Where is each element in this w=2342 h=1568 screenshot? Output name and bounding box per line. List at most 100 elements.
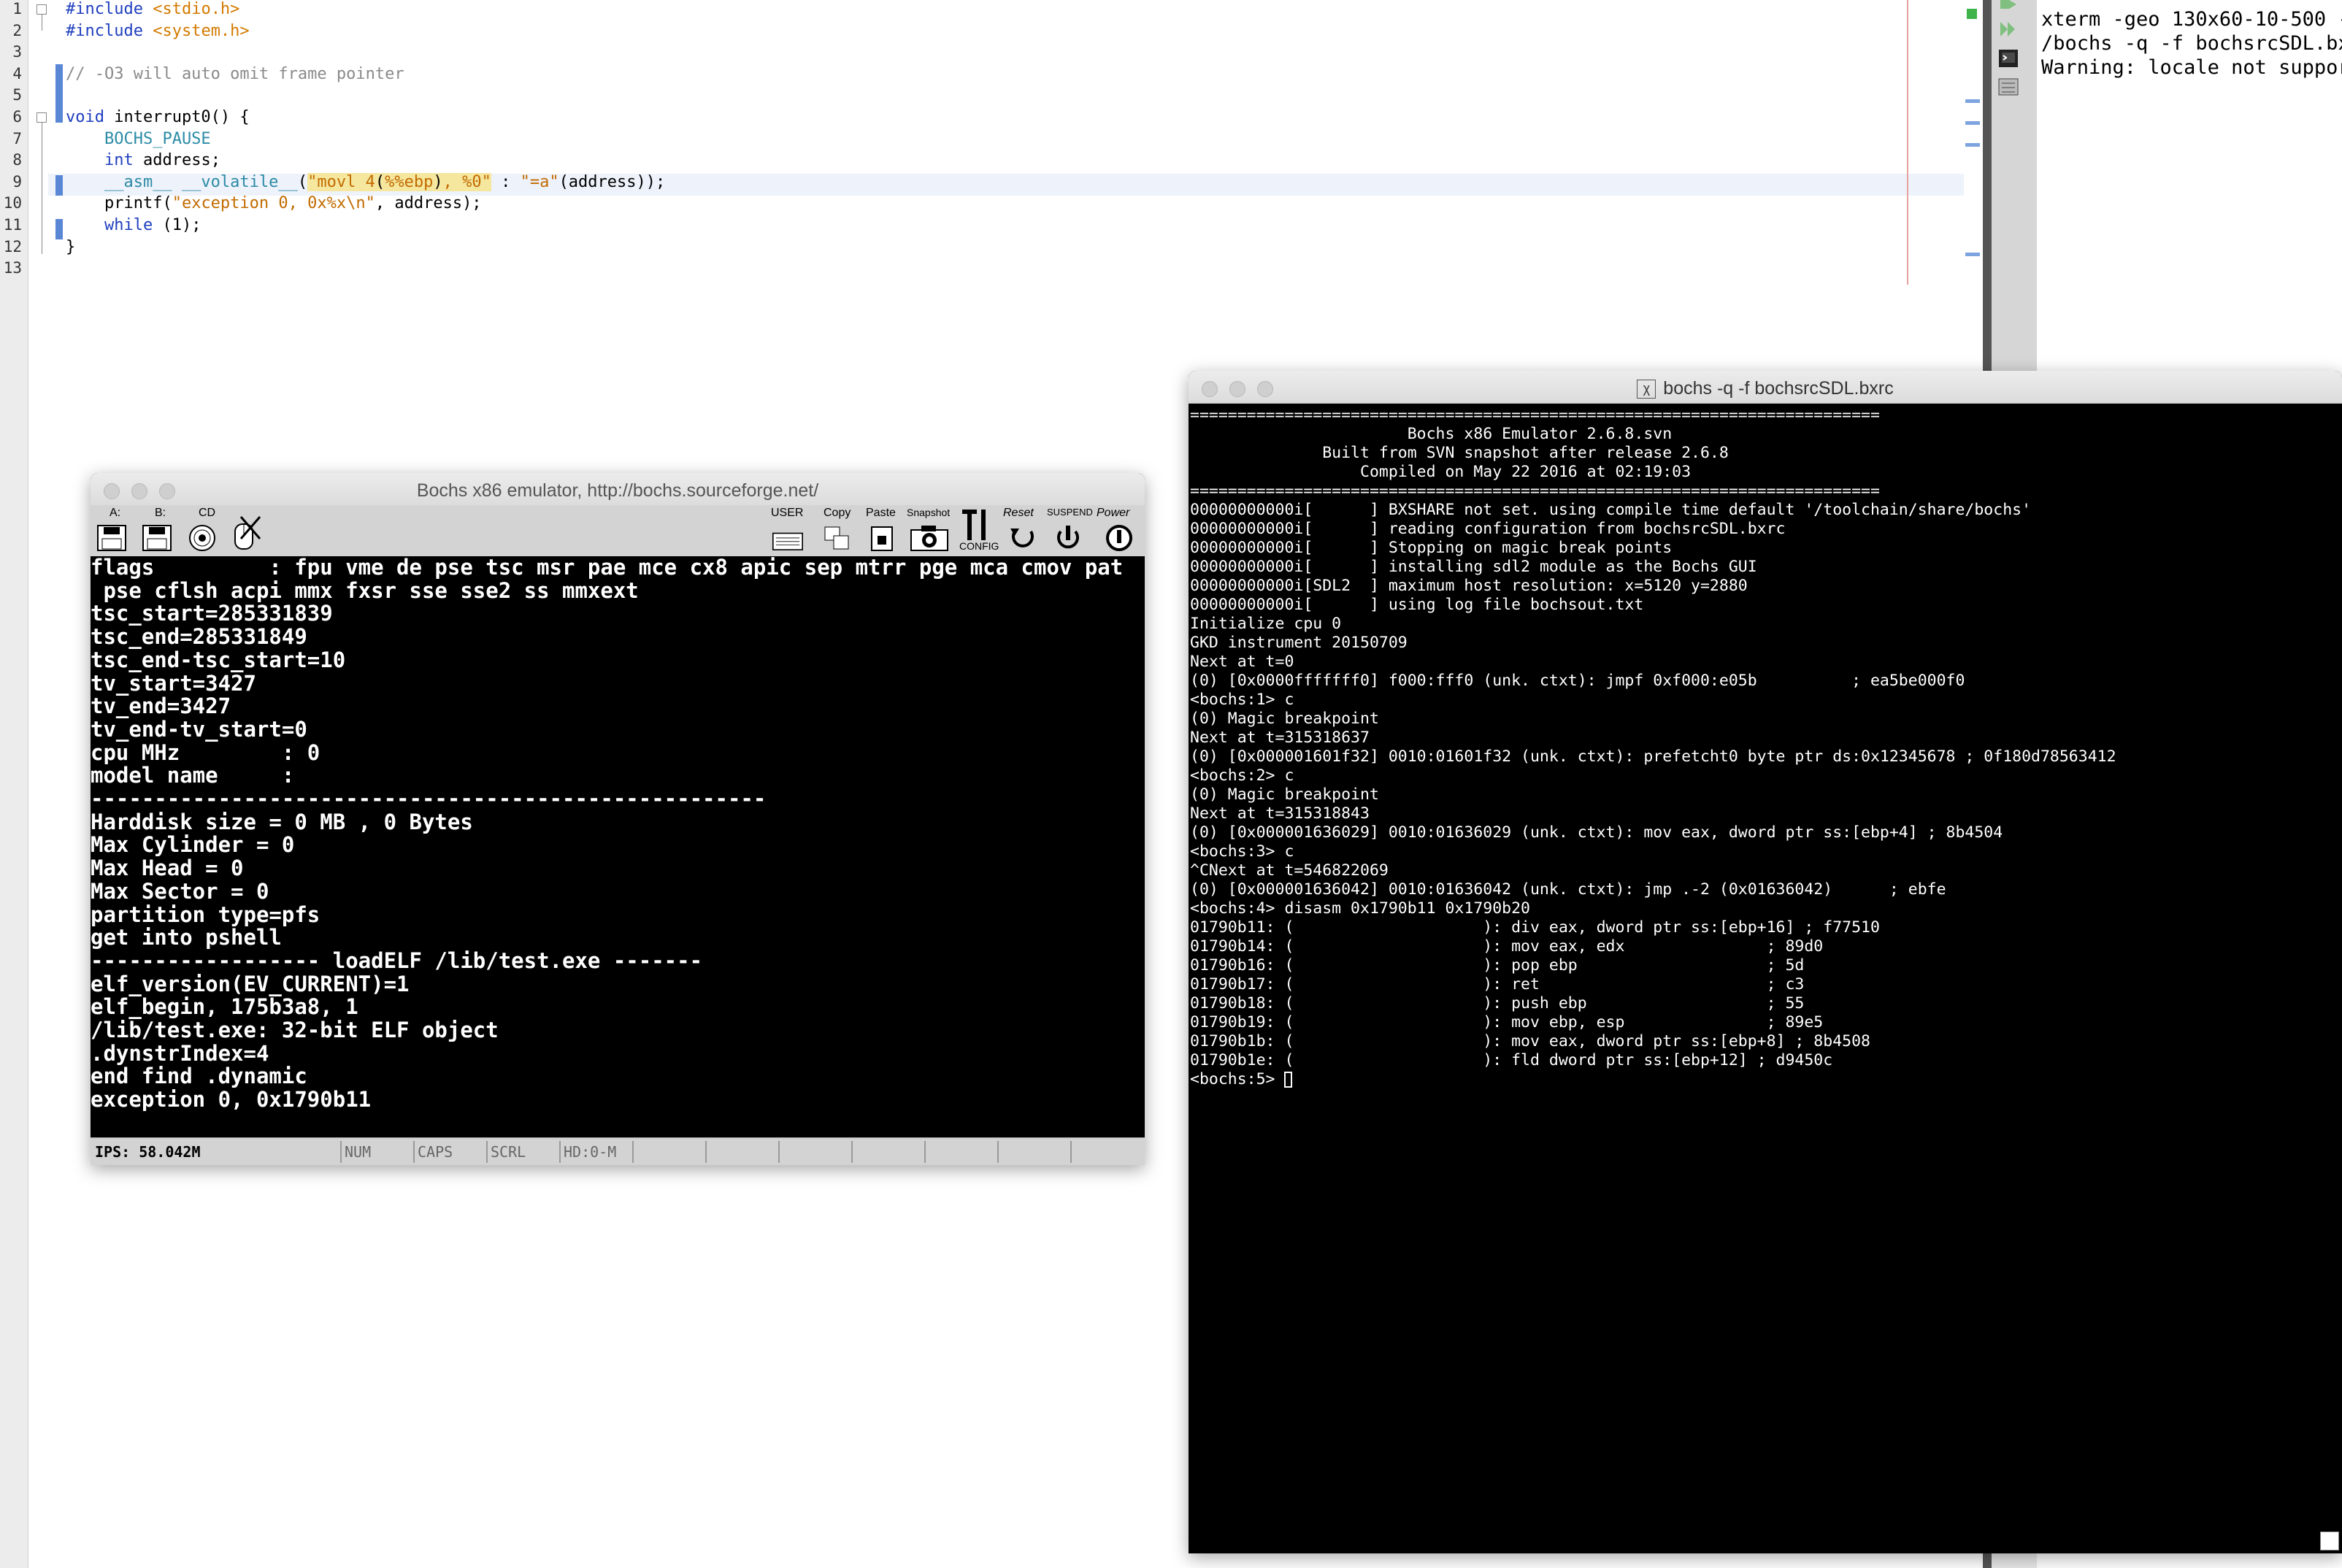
status-slot (705, 1141, 778, 1163)
terminal-icon[interactable] (1997, 48, 2019, 69)
code-line[interactable]: #include <stdio.h> (66, 0, 239, 20)
mouse-button[interactable] (228, 505, 272, 556)
line-number: 11 (3, 216, 22, 234)
side-toolbar (1992, 0, 2037, 372)
screen-line: Max Sector = 0 (91, 878, 269, 904)
continue-icon[interactable] (1997, 19, 2019, 39)
terminal-line: Next at t=315318843 (1190, 804, 1370, 823)
caps-indicator: CAPS (413, 1141, 486, 1163)
terminal-line: 01790b18: ( ): push ebp ; 55 (1190, 994, 1805, 1012)
screen-line: Harddisk size = 0 MB , 0 Bytes (91, 809, 473, 834)
cdrom-button[interactable]: CD (184, 505, 223, 556)
code-line[interactable]: int address; (66, 150, 220, 172)
terminal-output[interactable]: ========================================… (1190, 406, 2342, 1553)
code-token: (address)); (558, 172, 666, 191)
code-token: ( (297, 172, 308, 191)
screen-line: elf_begin, 175b3a8, 1 (91, 994, 358, 1020)
overview-mark[interactable] (1965, 143, 1980, 147)
terminal-line: (0) [0x000001636042] 0010:01636042 (unk.… (1190, 880, 1946, 899)
bochs-emulator-window[interactable]: Bochs x86 emulator, http://bochs.sourcef… (91, 473, 1145, 1165)
code-line[interactable]: BOCHS_PAUSE (66, 128, 211, 150)
reset-button[interactable]: Reset (1002, 505, 1045, 556)
terminal-line: ^CNext at t=546822069 (1190, 861, 1389, 880)
reset-icon (1010, 529, 1034, 547)
screen-line: Max Head = 0 (91, 856, 244, 881)
floppy-a-button[interactable]: A: (93, 505, 133, 556)
debugger-icon[interactable] (1997, 77, 2019, 98)
status-ok-icon (1967, 9, 1977, 19)
code-line[interactable]: while (1); (66, 215, 201, 237)
snapshot-label: Snapshot (907, 507, 951, 518)
code-token: "movl 4 (307, 172, 375, 191)
bochs-titlebar[interactable]: Bochs x86 emulator, http://bochs.sourcef… (91, 473, 1145, 506)
terminal-line: (0) [0x0000fffffff0] f000:fff0 (unk. ctx… (1190, 672, 1965, 690)
fold-toggle-icon[interactable] (37, 112, 47, 123)
terminal-line: 00000000000i[SDL2 ] maximum host resolut… (1190, 577, 1748, 595)
bochs-terminal-window[interactable]: χ bochs -q -f bochsrcSDL.bxrc ===========… (1189, 371, 2342, 1553)
terminal-line: 01790b11: ( ): div eax, dword ptr ss:[eb… (1190, 918, 1880, 937)
bochs-vga-screen[interactable]: flags : fpu vme de pse tsc msr pae mce c… (91, 556, 1145, 1137)
bochs-statusbar: IPS: 58.042M NUM CAPS SCRL HD:0-M (91, 1137, 1145, 1165)
user-button[interactable]: USER (769, 505, 813, 556)
code-token: } (66, 237, 76, 256)
screen-line: partition type=pfs (91, 902, 320, 927)
line-number: 12 (3, 237, 22, 255)
screen-line: ----------------------------------------… (91, 786, 767, 812)
floppy-b-button[interactable]: B: (139, 505, 178, 556)
config-button[interactable]: CONFIG (958, 505, 999, 556)
terminal-line: (0) [0x000001601f32] 0010:01601f32 (unk.… (1190, 748, 2116, 766)
code-line[interactable]: } (66, 237, 75, 258)
line-number: 10 (3, 194, 22, 212)
snapshot-button[interactable]: Snapshot (907, 505, 952, 556)
paste-icon (871, 526, 893, 551)
status-slot (1070, 1141, 1145, 1163)
resize-handle[interactable] (2320, 1532, 2339, 1550)
overview-mark[interactable] (1965, 253, 1980, 256)
paste-button[interactable]: Paste (864, 505, 902, 556)
line-number: 1 (12, 0, 22, 18)
terminal-line: (0) Magic breakpoint (1190, 710, 1379, 728)
code-line[interactable]: __asm__ __volatile__("movl 4(%%ebp), %0"… (66, 172, 665, 193)
code-token: // -O3 will auto omit frame pointer (66, 64, 404, 83)
line-number-gutter (0, 0, 28, 1568)
terminal-line: (0) Magic breakpoint (1190, 785, 1379, 804)
screen-line: tsc_start=285331839 (91, 601, 333, 626)
screen-line: ------------------ loadELF /lib/test.exe… (91, 948, 703, 973)
window-title: bochs -q -f bochsrcSDL.bxrc (1663, 378, 1894, 399)
code-token: BOCHS_PAUSE (66, 129, 211, 148)
reset-label: Reset (1003, 507, 1034, 519)
terminal-line: <bochs:5> (1190, 1070, 2342, 1089)
terminal-line: 01790b14: ( ): mov eax, edx ; 89d0 (1190, 937, 1824, 956)
floppy-b-label: B: (155, 507, 166, 519)
terminal-line: 00000000000i[ ] installing sdl2 module a… (1190, 558, 1757, 576)
screen-line: tv_end-tv_start=0 (91, 716, 307, 742)
line-number: 4 (12, 64, 22, 82)
code-line[interactable]: #include <system.h> (66, 20, 250, 42)
code-line[interactable]: // -O3 will auto omit frame pointer (66, 64, 404, 85)
overview-mark[interactable] (1965, 99, 1980, 103)
code-line[interactable]: printf("exception 0, 0x%x\n", address); (66, 193, 482, 215)
ips-indicator: IPS: 58.042M (95, 1143, 201, 1161)
copy-button[interactable]: Copy (821, 505, 857, 556)
overview-mark[interactable] (1965, 121, 1980, 125)
code-line[interactable]: void interrupt0() { (66, 107, 250, 128)
code-token: , address); (375, 194, 482, 213)
code-token: %%ebp (385, 172, 434, 191)
code-token: void (66, 108, 104, 126)
terminal-titlebar[interactable]: χ bochs -q -f bochsrcSDL.bxrc (1189, 371, 2342, 404)
code-token: : (491, 172, 521, 191)
status-slot (632, 1141, 705, 1163)
code-token: #include (66, 0, 153, 18)
power-button[interactable]: Power (1095, 505, 1143, 556)
screen-line: elf_version(EV_CURRENT)=1 (91, 971, 410, 996)
line-number: 7 (12, 129, 22, 147)
terminal-line: Next at t=0 (1190, 653, 1294, 671)
code-token: interrupt0() { (104, 108, 250, 126)
screen-line: cpu MHz : 0 (91, 739, 320, 765)
terminal-line: 01790b16: ( ): pop ebp ; 5d (1190, 956, 1805, 975)
fold-toggle-icon[interactable] (37, 4, 47, 15)
user-label: USER (771, 507, 804, 519)
code-token: <system.h> (153, 21, 250, 40)
run-icon[interactable] (1997, 0, 2019, 20)
suspend-button[interactable]: SUSPEND (1047, 505, 1093, 556)
